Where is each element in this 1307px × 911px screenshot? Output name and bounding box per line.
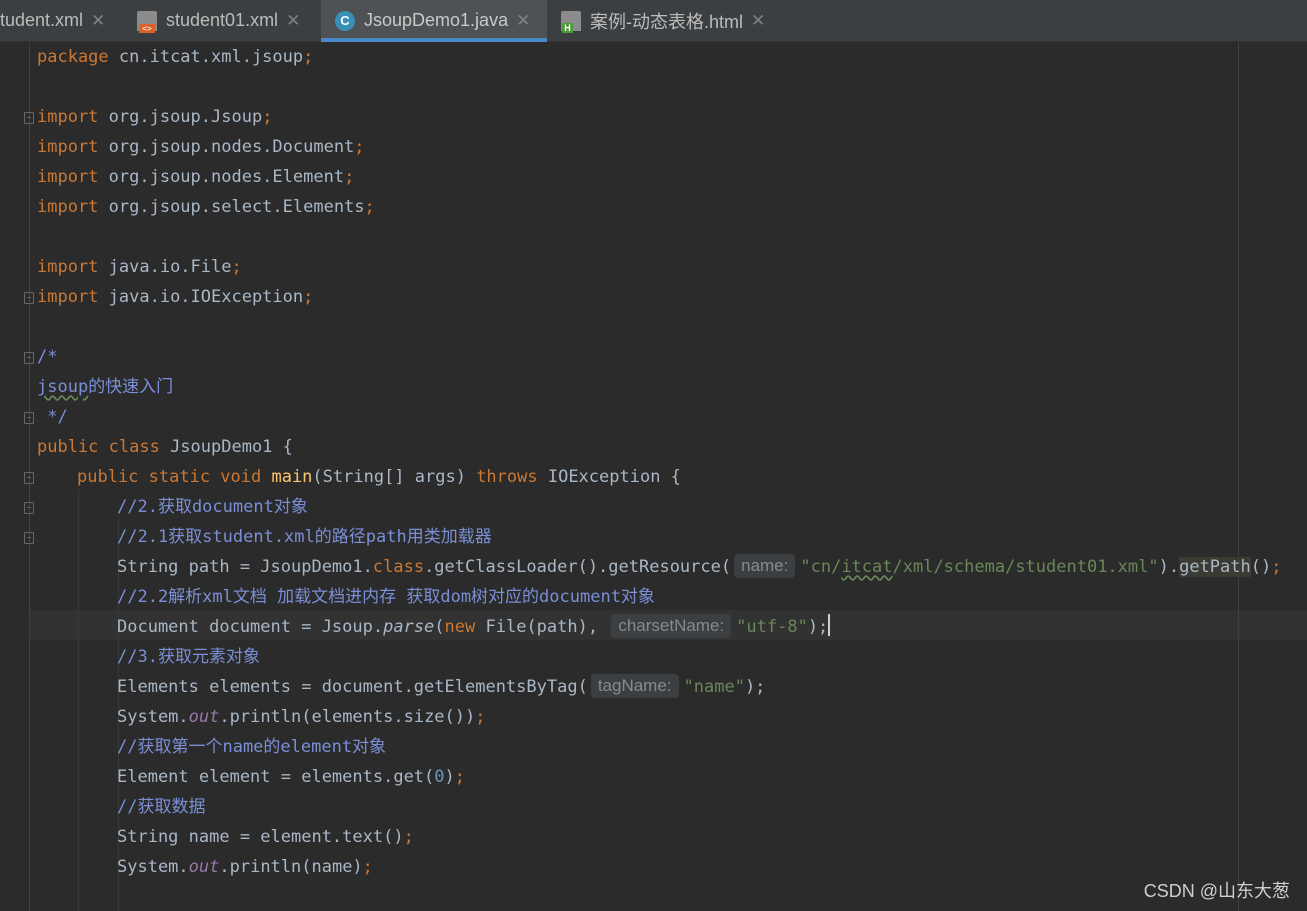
code-line: import org.jsoup.Jsoup;	[37, 107, 273, 127]
code-line: public class JsoupDemo1 {	[37, 437, 293, 457]
fold-icon[interactable]	[24, 472, 34, 484]
tab-jsoupdemo1-java[interactable]: C JsoupDemo1.java ✕	[321, 0, 547, 42]
code-line: Elements elements = document.getElements…	[117, 674, 766, 698]
close-icon[interactable]: ✕	[286, 11, 300, 31]
code-line: //2.获取document对象	[117, 497, 308, 517]
code-line: String name = element.text();	[117, 827, 414, 847]
code-line: package cn.itcat.xml.jsoup;	[37, 47, 314, 67]
tab-label: JsoupDemo1.java	[364, 10, 509, 30]
fold-icon[interactable]	[24, 502, 34, 514]
text-caret	[828, 614, 831, 636]
close-icon[interactable]: ✕	[91, 11, 105, 31]
code-line: import org.jsoup.select.Elements;	[37, 197, 375, 217]
code-line: */	[37, 407, 68, 427]
parameter-hint: charsetName:	[611, 614, 732, 638]
right-margin-guide	[1238, 42, 1239, 911]
fold-icon[interactable]	[24, 352, 34, 364]
code-line: public static void main(String[] args) t…	[77, 467, 681, 487]
indent-guide	[78, 489, 79, 911]
close-icon[interactable]: ✕	[751, 11, 765, 31]
code-line: jsoup的快速入门	[37, 377, 174, 397]
parameter-hint: name:	[734, 554, 796, 578]
fold-icon[interactable]	[24, 292, 34, 304]
code-line: //获取数据	[117, 797, 206, 817]
fold-icon[interactable]	[24, 112, 34, 124]
code-line: //2.2解析xml文档 加载文档进内存 获取dom树对应的document对象	[117, 587, 655, 607]
parameter-hint: tagName:	[590, 674, 679, 698]
tab-label: 案例-动态表格.html	[590, 11, 743, 32]
tab-student01-xml[interactable]: student01.xml ✕	[137, 0, 317, 41]
tab-case-html[interactable]: 案例-动态表格.html ✕	[561, 0, 781, 41]
code-line: import org.jsoup.nodes.Element;	[37, 167, 355, 187]
code-line: import java.io.File;	[37, 257, 242, 277]
code-line: String path = JsoupDemo1.class.getClassL…	[117, 554, 1282, 578]
java-class-icon: C	[335, 10, 355, 31]
editor-tab-bar: tudent.xml ✕ student01.xml ✕ C JsoupDemo…	[0, 0, 1307, 42]
tab-student-xml[interactable]: tudent.xml ✕	[0, 0, 124, 41]
tab-label: student01.xml	[166, 10, 279, 30]
xml-file-icon	[137, 10, 157, 33]
code-line: System.out.println(name);	[117, 857, 373, 877]
code-line: Document document = Jsoup.parse(new File…	[117, 614, 831, 638]
code-line: System.out.println(elements.size());	[117, 707, 486, 727]
fold-icon[interactable]	[24, 412, 34, 424]
tab-label: tudent.xml	[0, 10, 84, 30]
code-line: /*	[37, 347, 58, 367]
code-line: import org.jsoup.nodes.Document;	[37, 137, 365, 157]
code-line: Element element = elements.get(0);	[117, 767, 466, 787]
code-line: //3.获取元素对象	[117, 647, 260, 667]
fold-icon[interactable]	[24, 532, 34, 544]
code-editor[interactable]: package cn.itcat.xml.jsoup; import org.j…	[0, 42, 1307, 911]
close-icon[interactable]: ✕	[516, 11, 530, 31]
code-line: //获取第一个name的element对象	[117, 737, 387, 757]
watermark: CSDN @山东大葱	[1143, 881, 1290, 901]
code-line: import java.io.IOException;	[37, 287, 314, 307]
code-line: //2.1获取student.xml的路径path用类加载器	[117, 527, 492, 547]
html-file-icon	[561, 10, 581, 33]
